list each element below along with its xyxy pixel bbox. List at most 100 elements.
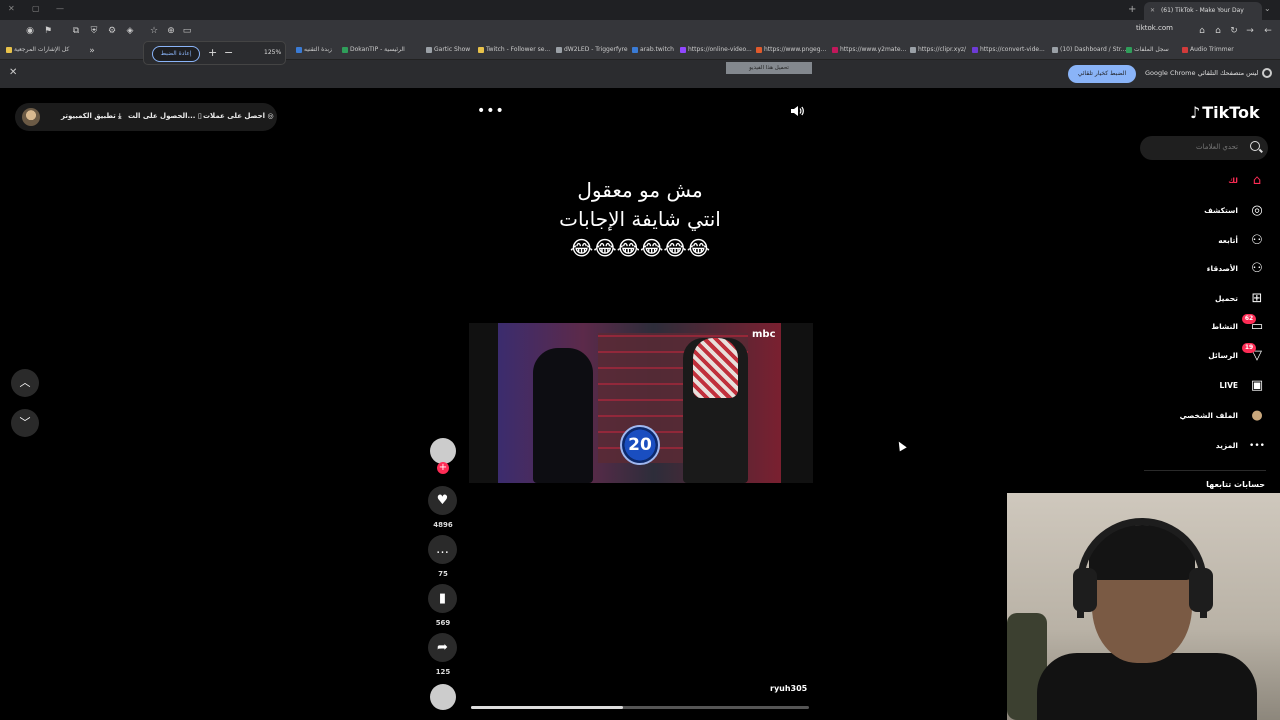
following-icon: ⚇ <box>1251 233 1263 248</box>
bookmark-label: سجل الملفات <box>1134 46 1169 53</box>
zoom-icon[interactable]: ⊕ <box>165 25 177 37</box>
tiktok-logo[interactable]: ♪ TikTok <box>1190 103 1260 122</box>
bookmark-item[interactable]: DokanTIP - الرئيسية <box>342 46 405 53</box>
bookmark-page-icon[interactable]: ⌂ <box>1196 25 1208 37</box>
addon-icon[interactable]: ◈ <box>124 25 136 37</box>
get-app-link[interactable]: الحصول على الت... ▯ <box>128 112 202 120</box>
bookmark-item[interactable]: https://clipr.xyz/ <box>910 46 966 53</box>
reload-icon[interactable]: ↻ <box>1228 25 1240 37</box>
share-button[interactable]: ➦ <box>428 633 457 662</box>
save-button[interactable]: ▮ <box>428 584 457 613</box>
sidebar-item-9[interactable]: ••• المزيد <box>1166 437 1266 457</box>
get-coins-link[interactable]: احصل على عملات ◎ <box>203 112 274 120</box>
video-player[interactable]: 20 mbc <box>469 323 813 483</box>
search-icon[interactable] <box>1250 141 1260 151</box>
bookmark-item[interactable]: https://www.pngeg... <box>756 46 826 53</box>
tab-close-icon[interactable]: ✕ <box>1150 7 1155 14</box>
search-input[interactable]: تحدي العلامات <box>1140 136 1268 160</box>
profile-avatar-icon: ● <box>1251 408 1263 423</box>
bookmark-star-icon[interactable]: ☆ <box>148 25 160 37</box>
profile-icon[interactable]: ◉ <box>24 25 36 37</box>
share-arrow-icon: ➦ <box>437 640 448 655</box>
bookmark-item[interactable]: arab.twitch <box>632 46 674 53</box>
bookmark-item[interactable]: Twitch - Follower se... <box>478 46 550 53</box>
heart-icon: ♥ <box>436 493 449 508</box>
zoom-reset-button[interactable]: إعادة الضبط <box>152 46 200 62</box>
sidebar-item-6[interactable]: ▽ الرسائل 19 <box>1166 343 1266 367</box>
forward-icon[interactable]: → <box>1244 25 1256 37</box>
follow-plus-icon[interactable]: + <box>437 462 449 474</box>
video-progress-bar[interactable] <box>471 706 809 709</box>
bookmark-item[interactable]: dW2LED - Triggerfyre <box>556 46 628 53</box>
extensions-puzzle-icon[interactable]: ⧉ <box>70 25 82 37</box>
bookmark-label: DokanTIP - الرئيسية <box>350 46 405 53</box>
bookmark-label: (10) Dashboard / Str... <box>1060 46 1127 53</box>
zoom-out-button[interactable]: − <box>224 46 233 59</box>
comment-icon: … <box>436 542 449 557</box>
sidebar-item-7[interactable]: ▣ LIVE <box>1166 377 1266 397</box>
bookmark-item[interactable]: https://www.y2mate... <box>832 46 906 53</box>
window-minimize-icon[interactable]: — <box>56 4 64 13</box>
bookmark-item[interactable]: (10) Dashboard / Str... <box>1052 46 1126 53</box>
bookmark-label: زبدة التقنيه <box>304 46 332 53</box>
adblock-icon[interactable]: ⛨ <box>88 25 100 37</box>
bookmark-all[interactable]: كل الإشارات المرجعية <box>6 46 69 53</box>
get-app-label: الحصول على الت... <box>128 112 196 120</box>
bookmarks-overflow-icon[interactable]: » <box>86 45 98 57</box>
sidebar-item-0[interactable]: ⌂ لك <box>1166 172 1266 192</box>
infobar-close-icon[interactable]: ✕ <box>9 67 17 78</box>
extension-icon[interactable]: ⚑ <box>42 25 54 37</box>
bookmark-item[interactable]: Gartic Show <box>426 46 470 53</box>
sidebar-item-2[interactable]: ⚇ أتابعه <box>1166 232 1266 252</box>
sidebar-item-1[interactable]: ◎ استكشف <box>1166 202 1266 222</box>
friends-icon: ⚇ <box>1251 261 1263 276</box>
like-button[interactable]: ♥ <box>428 486 457 515</box>
bookmark-favicon-icon <box>342 46 348 53</box>
sidebar-item-3[interactable]: ⚇ الأصدقاء <box>1166 260 1266 280</box>
tab-tiktok[interactable]: ✕ (61) TikTok - Make Your Day <box>1144 2 1262 20</box>
bookmark-favicon-icon <box>556 46 562 53</box>
tab-search-icon[interactable]: ⌄ <box>1264 4 1271 13</box>
video-author[interactable]: ryuh305 <box>770 684 807 693</box>
sidebar-item-5[interactable]: ▭ النشاط 62 <box>1166 314 1266 338</box>
folder-icon <box>6 46 12 53</box>
chevron-down-icon: ﹀ <box>19 416 31 429</box>
sidebar-item-label: الرسائل <box>1208 351 1238 360</box>
user-avatar[interactable] <box>22 108 40 126</box>
volume-icon[interactable] <box>790 104 804 118</box>
back-icon[interactable]: ← <box>1262 25 1274 37</box>
settings-extension-icon[interactable]: ⚙ <box>106 25 118 37</box>
compass-icon: ◎ <box>1251 203 1263 218</box>
cast-icon[interactable]: ▭ <box>181 25 193 37</box>
bookmark-item[interactable]: https://online-video... <box>680 46 752 53</box>
url-text[interactable]: tiktok.com <box>1136 24 1173 32</box>
following-accounts-title: حسابات تتابعها <box>1206 480 1265 489</box>
bookmark-item[interactable]: سجل الملفات <box>1126 46 1169 53</box>
bookmark-item[interactable]: Audio Trimmer <box>1182 46 1234 53</box>
browser-tabstrip: ✕ ▢ — + ✕ (61) TikTok - Make Your Day ⌄ <box>0 0 1280 20</box>
previous-video-button[interactable]: ︿ <box>11 369 39 397</box>
sound-disc-avatar[interactable] <box>430 684 456 710</box>
bookmark-favicon-icon <box>972 46 978 53</box>
desktop-app-link[interactable]: تطبيق الكمبيوتر ⤓ <box>61 112 121 121</box>
bookmark-label: https://convert-vide... <box>980 46 1045 53</box>
comment-count: 75 <box>438 570 448 578</box>
sidebar-item-4[interactable]: ⊞ تحميل <box>1166 290 1266 310</box>
sidebar-item-label: لك <box>1228 176 1238 185</box>
zoom-in-button[interactable]: + <box>208 46 217 59</box>
home-button-icon[interactable]: ⌂ <box>1212 25 1224 37</box>
bookmark-item[interactable]: زبدة التقنيه <box>296 46 332 53</box>
next-video-button[interactable]: ﹀ <box>11 409 39 437</box>
bookmark-label: arab.twitch <box>640 46 674 53</box>
download-video-hint[interactable]: تحميل هذا الفيديو <box>726 62 812 74</box>
bookmark-item[interactable]: https://convert-vide... <box>972 46 1045 53</box>
window-restore-icon[interactable]: ▢ <box>32 4 40 13</box>
comment-button[interactable]: … <box>428 535 457 564</box>
window-close-icon[interactable]: ✕ <box>8 4 15 13</box>
creator-avatar[interactable] <box>430 438 456 464</box>
sidebar-item-8[interactable]: ● الملف الشخصي <box>1166 407 1266 427</box>
set-default-button[interactable]: الضبط كخيار تلقائي <box>1068 65 1136 83</box>
new-tab-icon[interactable]: + <box>1128 4 1136 15</box>
video-more-options-icon[interactable]: ••• <box>477 103 505 119</box>
bookmark-label: dW2LED - Triggerfyre <box>564 46 628 53</box>
